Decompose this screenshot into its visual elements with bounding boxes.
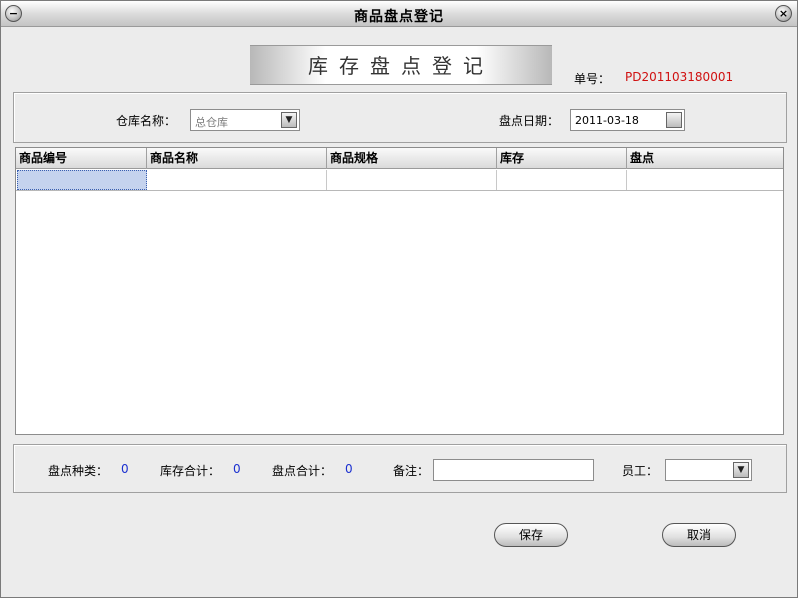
staff-label: 员工： — [622, 464, 659, 478]
date-value: 2011-03-18 — [575, 114, 639, 127]
table-cell-stock[interactable] — [497, 170, 627, 190]
title-bar: − 商品盘点登记 × — [1, 1, 797, 27]
order-no-value: PD201103180001 — [625, 70, 734, 84]
table-row — [16, 170, 783, 191]
close-icon[interactable]: × — [775, 5, 792, 22]
warehouse-select[interactable]: 总仓库 ▼ — [190, 109, 300, 131]
column-header-spec[interactable]: 商品规格 — [327, 148, 497, 169]
column-header-count[interactable]: 盘点 — [627, 148, 783, 169]
save-button[interactable]: 保存 — [494, 523, 568, 547]
count-total-label: 盘点合计： — [272, 464, 333, 478]
kinds-value: 0 — [121, 462, 129, 476]
kinds-label: 盘点种类： — [48, 464, 109, 478]
table-header: 商品编号 商品名称 商品规格 库存 盘点 — [16, 148, 783, 169]
warehouse-value: 总仓库 — [195, 116, 228, 129]
warehouse-label: 仓库名称： — [116, 114, 177, 128]
note-input[interactable] — [433, 459, 594, 481]
cancel-button[interactable]: 取消 — [662, 523, 736, 547]
window: − 商品盘点登记 × 库存盘点登记 单号： PD201103180001 仓库名… — [0, 0, 798, 598]
column-header-stock[interactable]: 库存 — [497, 148, 627, 169]
table-cell-count[interactable] — [627, 170, 783, 190]
count-total-value: 0 — [345, 462, 353, 476]
window-title: 商品盘点登记 — [354, 9, 444, 25]
order-no-label: 单号： — [574, 72, 611, 86]
chevron-down-icon[interactable]: ▼ — [281, 112, 297, 128]
stock-total-value: 0 — [233, 462, 241, 476]
table-cell-code[interactable] — [17, 170, 147, 190]
column-header-code[interactable]: 商品编号 — [16, 148, 147, 169]
stock-total-label: 库存合计： — [160, 464, 221, 478]
column-header-name[interactable]: 商品名称 — [147, 148, 327, 169]
items-table: 商品编号 商品名称 商品规格 库存 盘点 — [15, 147, 784, 435]
date-label: 盘点日期： — [499, 114, 560, 128]
page-banner: 库存盘点登记 — [250, 45, 552, 85]
note-label: 备注： — [393, 464, 430, 478]
table-cell-spec[interactable] — [327, 170, 497, 190]
date-picker[interactable]: 2011-03-18 — [570, 109, 685, 131]
calendar-button-icon[interactable] — [666, 112, 682, 128]
staff-select[interactable]: ▼ — [665, 459, 752, 481]
table-cell-name[interactable] — [147, 170, 327, 190]
chevron-down-icon[interactable]: ▼ — [733, 462, 749, 478]
